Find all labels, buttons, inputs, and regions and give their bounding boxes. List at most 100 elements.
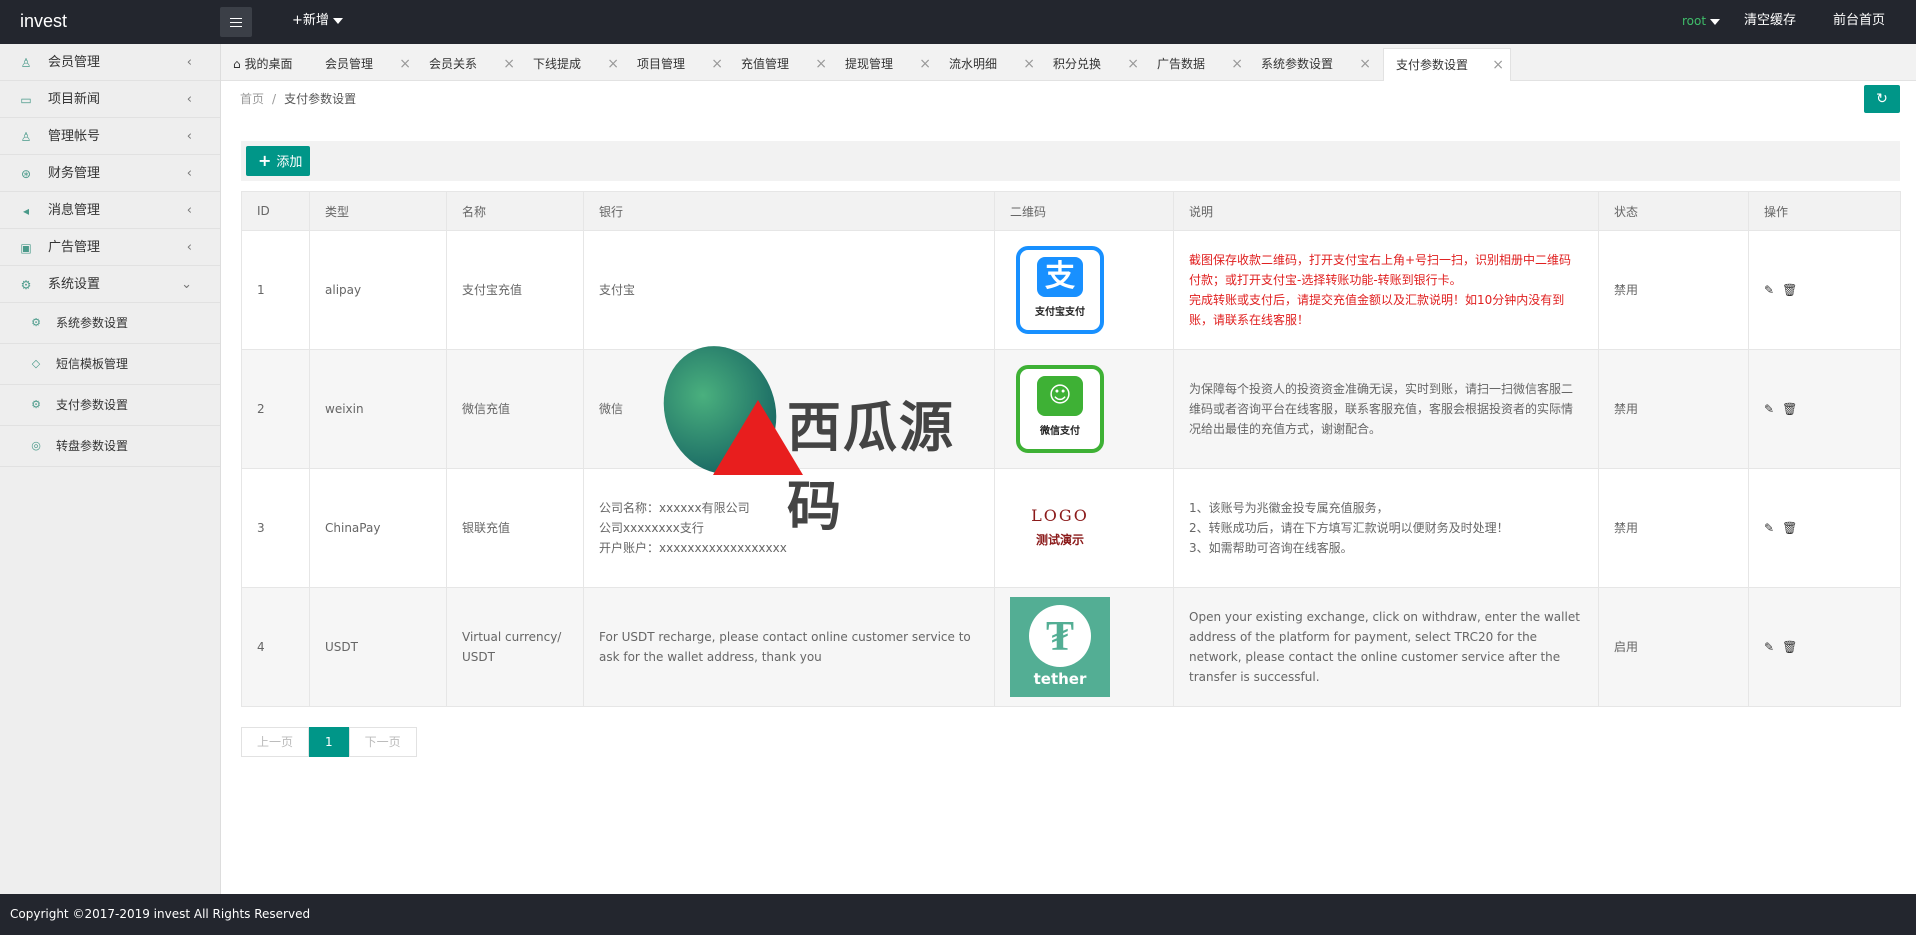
tab-members[interactable]: 会员管理 ×: [313, 48, 417, 81]
admin-user-icon: ♙: [20, 130, 32, 144]
delete-icon[interactable]: 🗑: [1782, 402, 1797, 416]
tab-withdraw[interactable]: 提现管理 ×: [833, 48, 937, 81]
edit-icon[interactable]: ✎: [1764, 402, 1774, 416]
sidebar-item-messages[interactable]: ◂ 消息管理 ‹: [0, 192, 220, 229]
chevron-left-icon: ‹: [186, 240, 192, 255]
sidebar-subitem-wheel-params[interactable]: ◎ 转盘参数设置: [0, 426, 220, 467]
sidebar-subitem-sms-templates[interactable]: ◇ 短信模板管理: [0, 344, 220, 385]
delete-icon[interactable]: 🗑: [1782, 521, 1797, 535]
cell-type: alipay: [309, 230, 447, 350]
tab-points[interactable]: 积分兑换 ×: [1041, 48, 1145, 81]
sidebar-item-label: 转盘参数设置: [56, 439, 129, 453]
tab-label: 广告数据: [1157, 57, 1206, 71]
payment-settings-table: ID 类型 名称 银行 二维码 说明 状态 操作 1 alipay 支付宝充值 …: [241, 191, 1901, 707]
hamburger-icon: [230, 17, 242, 27]
refresh-button[interactable]: ↻: [1864, 85, 1900, 113]
cell-name: 微信充值: [446, 349, 584, 469]
cell-id: 2: [241, 349, 310, 469]
sidebar-subitem-payment-params[interactable]: ⚙ 支付参数设置: [0, 385, 220, 426]
close-icon[interactable]: ×: [1023, 48, 1035, 81]
chevron-left-icon: ‹: [186, 55, 192, 70]
cell-name: Virtual currency/USDT: [446, 587, 584, 707]
tab-label: 会员关系: [429, 57, 478, 71]
sidebar-item-label: 管理帐号: [48, 129, 101, 144]
cell-id: 1: [241, 230, 310, 350]
sidebar-subitem-system-params[interactable]: ⚙ 系统参数设置: [0, 303, 220, 344]
close-icon[interactable]: ×: [1127, 48, 1139, 81]
tab-member-relations[interactable]: 会员关系 ×: [417, 48, 521, 81]
tab-label: 支付参数设置: [1396, 58, 1469, 72]
column-header: ID: [241, 191, 310, 231]
cell-bank: 公司名称：xxxxxx有限公司 公司xxxxxxxx支行 开户账户：xxxxxx…: [583, 468, 995, 588]
sidebar-item-system[interactable]: ⚙ 系统设置 ⌄: [0, 266, 220, 303]
close-icon[interactable]: ×: [1359, 48, 1371, 81]
sidebar-item-label: 短信模板管理: [56, 357, 129, 371]
footer: Copyright ©2017-2019 invest All Rights R…: [0, 894, 1916, 935]
delete-icon[interactable]: 🗑: [1782, 640, 1797, 654]
user-menu[interactable]: root: [1682, 0, 1721, 42]
close-icon[interactable]: ×: [503, 48, 515, 81]
cell-actions: ✎ 🗑: [1748, 230, 1901, 350]
tab-ad-data[interactable]: 广告数据 ×: [1145, 48, 1249, 81]
delete-icon[interactable]: 🗑: [1782, 283, 1797, 297]
clear-cache-link[interactable]: 清空缓存: [1744, 0, 1796, 42]
close-icon[interactable]: ×: [607, 48, 619, 81]
cell-qr: 支 支付宝支付: [994, 230, 1174, 350]
alipay-qr-image: 支 支付宝支付: [1010, 240, 1110, 340]
tab-system-params[interactable]: 系统参数设置 ×: [1249, 48, 1377, 81]
tab-recharge[interactable]: 充值管理 ×: [729, 48, 833, 81]
table-header-row: ID 类型 名称 银行 二维码 说明 状态 操作: [241, 191, 1901, 231]
sidebar-item-news[interactable]: ▭ 项目新闻 ‹: [0, 81, 220, 118]
sidebar-item-label: 财务管理: [48, 166, 101, 181]
prev-page-button[interactable]: 上一页: [241, 727, 310, 757]
description-line: 1、该账号为兆徽金投专属充值服务，: [1189, 501, 1389, 515]
menu-toggle-button[interactable]: [220, 7, 252, 37]
tab-label: 会员管理: [325, 57, 374, 71]
cell-description: 为保障每个投资人的投资资金准确无误，实时到账，请扫一扫微信客服二维码或者咨询平台…: [1173, 349, 1599, 469]
sidebar-item-label: 消息管理: [48, 203, 101, 218]
sidebar-item-label: 系统设置: [48, 277, 101, 292]
breadcrumb-home[interactable]: 首页: [240, 92, 264, 106]
edit-icon[interactable]: ✎: [1764, 640, 1774, 654]
add-button[interactable]: + 添加: [246, 146, 310, 176]
sidebar-item-members[interactable]: ♙ 会员管理 ‹: [0, 44, 220, 81]
cell-qr: ₮ tether: [994, 587, 1174, 707]
column-header: 类型: [309, 191, 447, 231]
app-logo[interactable]: invest: [20, 0, 67, 42]
add-new-menu[interactable]: +新增: [292, 0, 343, 42]
cell-actions: ✎ 🗑: [1748, 468, 1901, 588]
close-icon[interactable]: ×: [1231, 48, 1243, 81]
close-icon[interactable]: ×: [919, 48, 931, 81]
bank-line: 公司xxxxxxxx支行: [599, 521, 704, 535]
tab-transactions[interactable]: 流水明细 ×: [937, 48, 1041, 81]
front-home-link[interactable]: 前台首页: [1833, 0, 1885, 42]
wechat-glyph: ☺: [1037, 376, 1083, 416]
edit-icon[interactable]: ✎: [1764, 521, 1774, 535]
tab-projects[interactable]: 项目管理 ×: [625, 48, 729, 81]
close-icon[interactable]: ×: [815, 48, 827, 81]
edit-icon[interactable]: ✎: [1764, 283, 1774, 297]
close-icon[interactable]: ×: [1492, 49, 1504, 82]
refresh-icon: ↻: [1876, 91, 1888, 107]
table-row: 4 USDT Virtual currency/USDT For USDT re…: [241, 587, 1901, 707]
tab-payment-params[interactable]: 支付参数设置 ×: [1383, 48, 1511, 81]
sidebar-item-ads[interactable]: ▣ 广告管理 ‹: [0, 229, 220, 266]
top-header: invest +新增 root 清空缓存 前台首页: [0, 0, 1916, 44]
close-icon[interactable]: ×: [711, 48, 723, 81]
tab-desktop[interactable]: ⌂ 我的桌面: [221, 48, 307, 81]
sidebar-item-finance[interactable]: ⊛ 财务管理 ‹: [0, 155, 220, 192]
table-row: 2 weixin 微信充值 微信 ☺ 微信支付 为保障每个投资人的投资资金准确无…: [241, 349, 1901, 469]
table-row: 1 alipay 支付宝充值 支付宝 支 支付宝支付 截图保存收款二维码，打开支…: [241, 230, 1901, 350]
cell-id: 3: [241, 468, 310, 588]
gear-icon: ⚙: [20, 278, 32, 292]
sidebar-item-label: 广告管理: [48, 240, 101, 255]
wechat-qr-image: ☺ 微信支付: [1010, 359, 1110, 459]
tab-downline-commission[interactable]: 下线提成 ×: [521, 48, 625, 81]
close-icon[interactable]: ×: [399, 48, 411, 81]
tab-bar: ⌂ 我的桌面 会员管理 × 会员关系 × 下线提成 × 项目管理 × 充值管理 × 提现管…: [221, 44, 1916, 81]
sidebar-item-admins[interactable]: ♙ 管理帐号 ‹: [0, 118, 220, 155]
table-row: 3 ChinaPay 银联充值 公司名称：xxxxxx有限公司 公司xxxxxx…: [241, 468, 1901, 588]
tether-icon: ₮: [1029, 605, 1091, 667]
next-page-button[interactable]: 下一页: [348, 727, 417, 757]
page-number-button[interactable]: 1: [309, 727, 349, 757]
